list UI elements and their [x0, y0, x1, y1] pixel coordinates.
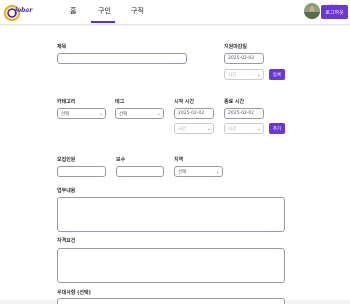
deadline-time-select[interactable]: 시간 ⌄ — [224, 69, 264, 80]
headcount-input[interactable] — [57, 166, 106, 177]
end-time-select[interactable]: 시간 ⌄ — [224, 123, 264, 134]
pay-input[interactable] — [116, 166, 164, 177]
qualifications-label: 자격요건 — [57, 238, 76, 244]
end-date-input[interactable]: 2025-02-02 — [224, 108, 264, 119]
chevron-down-icon: ⌄ — [256, 72, 261, 78]
region-label: 지역 — [174, 157, 184, 163]
tag-label: 태그 — [115, 99, 125, 105]
start-time-placeholder: 시간 — [178, 126, 187, 132]
start-date-input[interactable]: 2025-02-02 — [174, 108, 214, 119]
tab-job-seek[interactable]: 구직 — [131, 6, 144, 16]
preferences-label: 우대사항 (선택) — [57, 290, 91, 296]
start-time-label: 시작 시간 — [174, 99, 195, 105]
category-select[interactable]: 선택 ⌄ — [57, 108, 106, 119]
chevron-down-icon: ⌄ — [156, 111, 161, 117]
tab-home[interactable]: 홈 — [70, 6, 76, 16]
title-input[interactable] — [57, 53, 187, 64]
logo-text: jobar — [14, 7, 33, 14]
logout-button[interactable]: 로그아웃 — [321, 5, 348, 19]
start-time-select[interactable]: 시간 ⌄ — [174, 123, 214, 134]
logo[interactable]: jobar — [3, 3, 35, 21]
deadline-time-placeholder: 시간 — [228, 72, 237, 78]
qualifications-textarea[interactable] — [57, 248, 285, 283]
deadline-date-input[interactable]: 2025-02-02 — [224, 53, 264, 64]
tag-select[interactable]: 선택 ⌄ — [115, 108, 164, 119]
add-button[interactable]: 추가 — [269, 123, 285, 134]
region-select[interactable]: 선택 ⌄ — [174, 166, 223, 177]
tag-value: 선택 — [119, 111, 128, 117]
tab-recruit[interactable]: 구인 — [98, 6, 111, 16]
duties-textarea[interactable] — [57, 197, 285, 232]
title-label: 제목 — [57, 44, 67, 50]
headcount-label: 모집인원 — [57, 157, 76, 163]
top-nav: jobar 홈 구인 구직 로그아웃 — [0, 0, 350, 25]
deadline-label: 지원마감일 — [224, 44, 248, 50]
category-label: 카테고리 — [57, 99, 76, 105]
region-value: 선택 — [178, 169, 187, 175]
active-tab-indicator — [91, 21, 115, 23]
register-button[interactable]: 등록 — [269, 69, 285, 80]
chevron-down-icon: ⌄ — [206, 126, 211, 132]
chevron-down-icon: ⌄ — [215, 169, 220, 175]
chevron-down-icon: ⌄ — [98, 111, 103, 117]
category-value: 선택 — [61, 111, 70, 117]
pay-label: 보수 — [116, 157, 126, 163]
recruit-form: 제목 지원마감일 2025-02-02 시간 ⌄ 등록 카테고리 선택 ⌄ 태그… — [0, 26, 350, 304]
avatar[interactable] — [304, 3, 320, 19]
end-time-label: 종료 시간 — [224, 99, 245, 105]
end-time-placeholder: 시간 — [228, 126, 237, 132]
duties-label: 업무내용 — [57, 188, 76, 194]
preferences-textarea[interactable] — [57, 298, 285, 304]
chevron-down-icon: ⌄ — [256, 126, 261, 132]
